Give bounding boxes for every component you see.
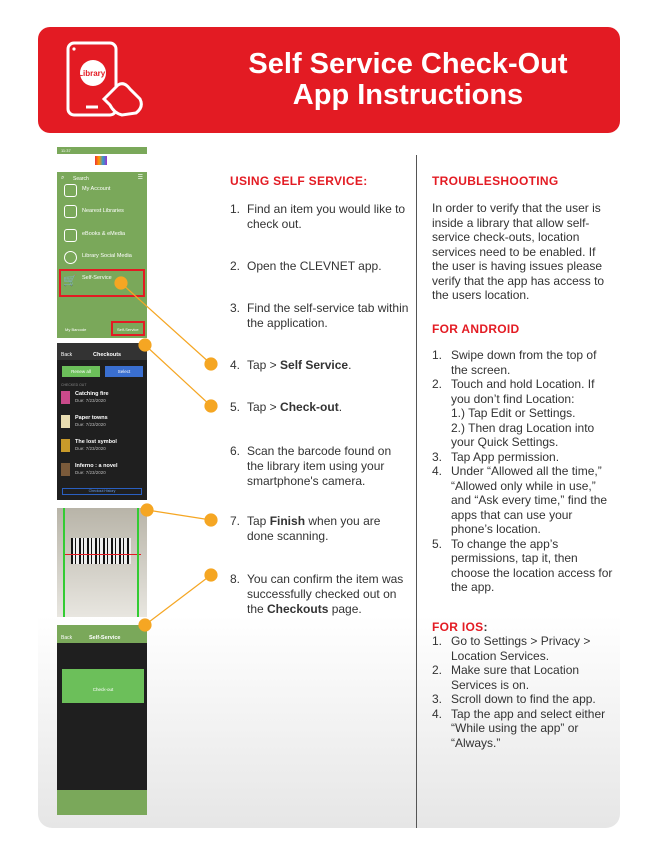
- troubleshooting-text: In order to verify that the user is insi…: [432, 201, 605, 302]
- step-text-bold: Self Service: [280, 358, 349, 372]
- step-item: 1. Find an item you would like to check o…: [230, 202, 410, 232]
- sub-item: 2.) Then drag Location into your Quick S…: [451, 420, 595, 450]
- marker-dot: [140, 503, 154, 517]
- marker-dot: [138, 338, 152, 352]
- item-number: 5.: [432, 536, 443, 551]
- marker-dot: [204, 399, 218, 413]
- step-text-pre: Tap >: [247, 400, 281, 414]
- ios-heading-colon: :: [483, 620, 488, 634]
- step-number: 3.: [230, 301, 241, 315]
- item-number: 3.: [432, 692, 443, 706]
- marker-dot: [204, 357, 218, 371]
- item-text: Under “Allowed all the time,” “Allowed o…: [451, 464, 608, 536]
- step-text: Tap Finish when you are done scanning.: [247, 514, 410, 544]
- step-number: 1.: [230, 202, 241, 216]
- step-number: 5.: [230, 400, 241, 414]
- step-text-pre: Open the CLEVNET app.: [247, 259, 382, 273]
- connector-step-4: [120, 282, 212, 365]
- android-steps: 1. Swipe down from the top of the screen.…: [432, 348, 614, 595]
- step-item: 2. Open the CLEVNET app.: [230, 259, 410, 274]
- step-number: 6.: [230, 444, 241, 458]
- item-text: Tap App permission.: [451, 449, 560, 464]
- marker-dot: [114, 276, 128, 290]
- connector-step-8: [144, 574, 212, 626]
- item-text: Go to Settings > Privacy > Location Serv…: [451, 634, 591, 663]
- step-text: Find an item you would like to check out…: [247, 202, 410, 232]
- item-text: Make sure that Location Services is on.: [451, 663, 580, 692]
- item-text: Tap the app and select either “While usi…: [451, 706, 606, 750]
- item-number: 3.: [432, 449, 443, 464]
- step-text-bold: Check-out: [280, 400, 339, 414]
- marker-dot: [138, 618, 152, 632]
- step-number: 2.: [230, 259, 241, 273]
- marker-dot: [204, 568, 218, 582]
- step-item: 6. Scan the barcode found on the library …: [230, 444, 410, 489]
- step-text-pre: Find an item you would like to check out…: [247, 202, 406, 231]
- step-number: 4.: [230, 358, 241, 372]
- step-text-pre: Scan the barcode found on the library it…: [247, 444, 392, 488]
- ios-heading-text: FOR IOS: [432, 620, 484, 634]
- step-text: Tap > Self Service.: [247, 358, 410, 373]
- using-self-service-heading: USING SELF SERVICE:: [230, 174, 368, 188]
- step-text-pre: Tap >: [247, 358, 281, 372]
- step-item: 4. Tap > Self Service.: [230, 358, 410, 373]
- step-text: Tap > Check-out.: [247, 400, 410, 415]
- item-text: To change the app’s permissions, tap it,…: [451, 536, 613, 595]
- list-item: 4. Under “Allowed all the time,” “Allowed…: [432, 464, 614, 537]
- item-number: 2.: [432, 663, 443, 677]
- android-heading: FOR ANDROID: [432, 322, 520, 336]
- step-text-post: .: [338, 400, 343, 414]
- step-item: 8. You can confirm the item was successfu…: [230, 572, 410, 617]
- step-item: 5. Tap > Check-out.: [230, 400, 410, 415]
- step-item: 7. Tap Finish when you are done scanning.: [230, 514, 410, 544]
- step-text: Scan the barcode found on the library it…: [247, 444, 410, 489]
- step-text-post: page.: [328, 602, 362, 616]
- marker-dot: [204, 513, 218, 527]
- item-number: 1.: [432, 634, 443, 648]
- step-number: 8.: [230, 572, 241, 586]
- item-text: Scroll down to find the app.: [451, 692, 596, 706]
- list-item: 4. Tap the app and select either “While u…: [432, 707, 614, 751]
- step-item: 3. Find the self-service tab within the a…: [230, 301, 410, 331]
- troubleshooting-heading: TROUBLESHOOTING: [432, 174, 559, 188]
- list-item: 1. Swipe down from the top of the screen.: [432, 348, 614, 377]
- item-number: 1.: [432, 348, 443, 362]
- list-item: 3. Scroll down to find the app.: [432, 692, 614, 707]
- step-text-post: .: [348, 358, 352, 372]
- step-text-bold: Finish: [269, 514, 306, 528]
- connector-step-5: [144, 344, 212, 407]
- list-item: 3. Tap App permission.: [432, 450, 614, 465]
- connector-step-7: [146, 509, 212, 521]
- list-item: 2. Touch and hold Location. If you don’t …: [432, 377, 614, 450]
- item-number: 4.: [432, 464, 443, 478]
- sub-item: 1.) Tap Edit or Settings.: [451, 406, 576, 420]
- list-item: 5. To change the app’s permissions, tap i…: [432, 537, 614, 595]
- item-number: 4.: [432, 706, 443, 721]
- item-text: Touch and hold Location. If you don’t fi…: [451, 377, 595, 406]
- item-number: 2.: [432, 377, 443, 391]
- step-text: Open the CLEVNET app.: [247, 259, 410, 274]
- step-text-pre: Tap: [247, 514, 270, 528]
- list-item: 1. Go to Settings > Privacy > Location Se…: [432, 634, 614, 663]
- step-number: 7.: [230, 514, 241, 528]
- column-divider: [416, 155, 417, 828]
- step-text-pre: Find the self-service tab within the app…: [247, 301, 409, 330]
- ios-steps: 1. Go to Settings > Privacy > Location Se…: [432, 634, 614, 750]
- step-text: Find the self-service tab within the app…: [247, 301, 410, 331]
- step-text: You can confirm the item was successfull…: [247, 572, 410, 617]
- step-text-bold: Checkouts: [267, 602, 329, 616]
- item-text: Swipe down from the top of the screen.: [451, 348, 597, 377]
- list-item: 2. Make sure that Location Services is on…: [432, 663, 614, 692]
- ios-heading: FOR IOS:: [432, 620, 488, 634]
